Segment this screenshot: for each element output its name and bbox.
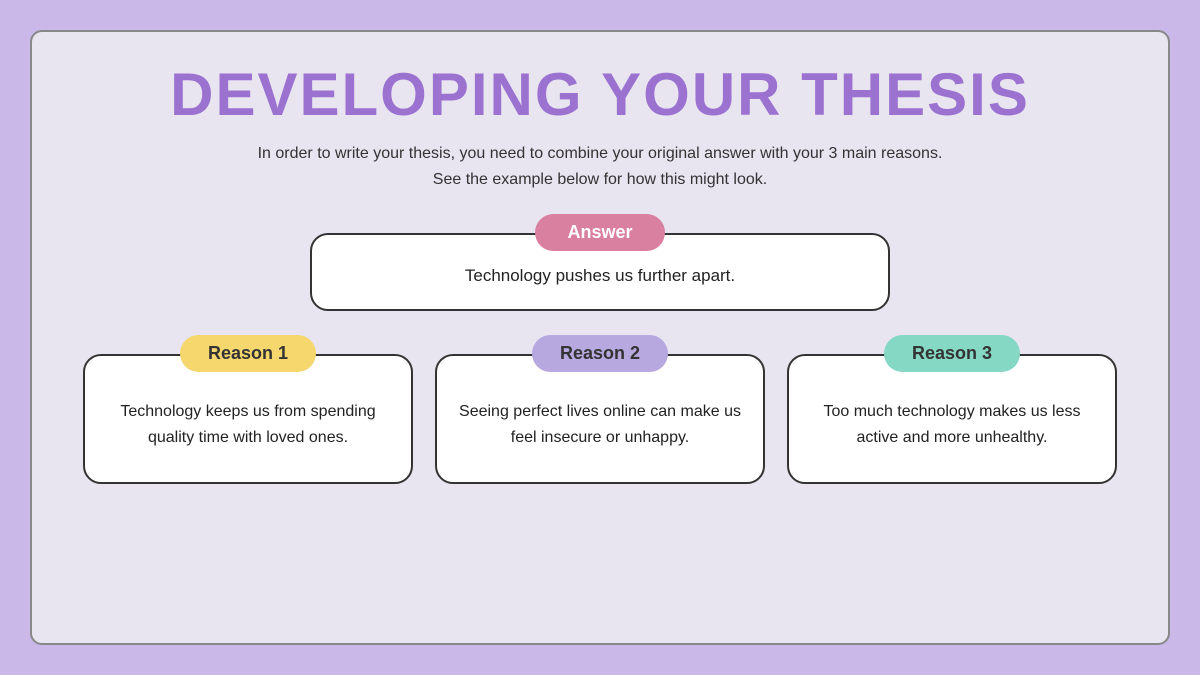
subtitle-line2: See the example below for how this might… bbox=[433, 171, 767, 188]
answer-badge: Answer bbox=[535, 214, 664, 251]
page-title: DEVELOPING YOUR THESIS bbox=[170, 60, 1030, 129]
reason-section-3: Reason 3 Too much technology makes us le… bbox=[787, 335, 1117, 484]
reason-2-badge: Reason 2 bbox=[532, 335, 668, 372]
subtitle-line1: In order to write your thesis, you need … bbox=[258, 145, 943, 162]
reason-section-2: Reason 2 Seeing perfect lives online can… bbox=[435, 335, 765, 484]
answer-section: Answer Technology pushes us further apar… bbox=[310, 214, 890, 311]
reason-3-badge: Reason 3 bbox=[884, 335, 1020, 372]
reason-section-1: Reason 1 Technology keeps us from spendi… bbox=[83, 335, 413, 484]
reasons-row: Reason 1 Technology keeps us from spendi… bbox=[72, 335, 1128, 484]
reason-1-badge: Reason 1 bbox=[180, 335, 316, 372]
subtitle: In order to write your thesis, you need … bbox=[258, 141, 943, 192]
main-container: DEVELOPING YOUR THESIS In order to write… bbox=[30, 30, 1170, 645]
reason-3-box: Too much technology makes us less active… bbox=[787, 354, 1117, 484]
reason-1-box: Technology keeps us from spending qualit… bbox=[83, 354, 413, 484]
reason-2-box: Seeing perfect lives online can make us … bbox=[435, 354, 765, 484]
